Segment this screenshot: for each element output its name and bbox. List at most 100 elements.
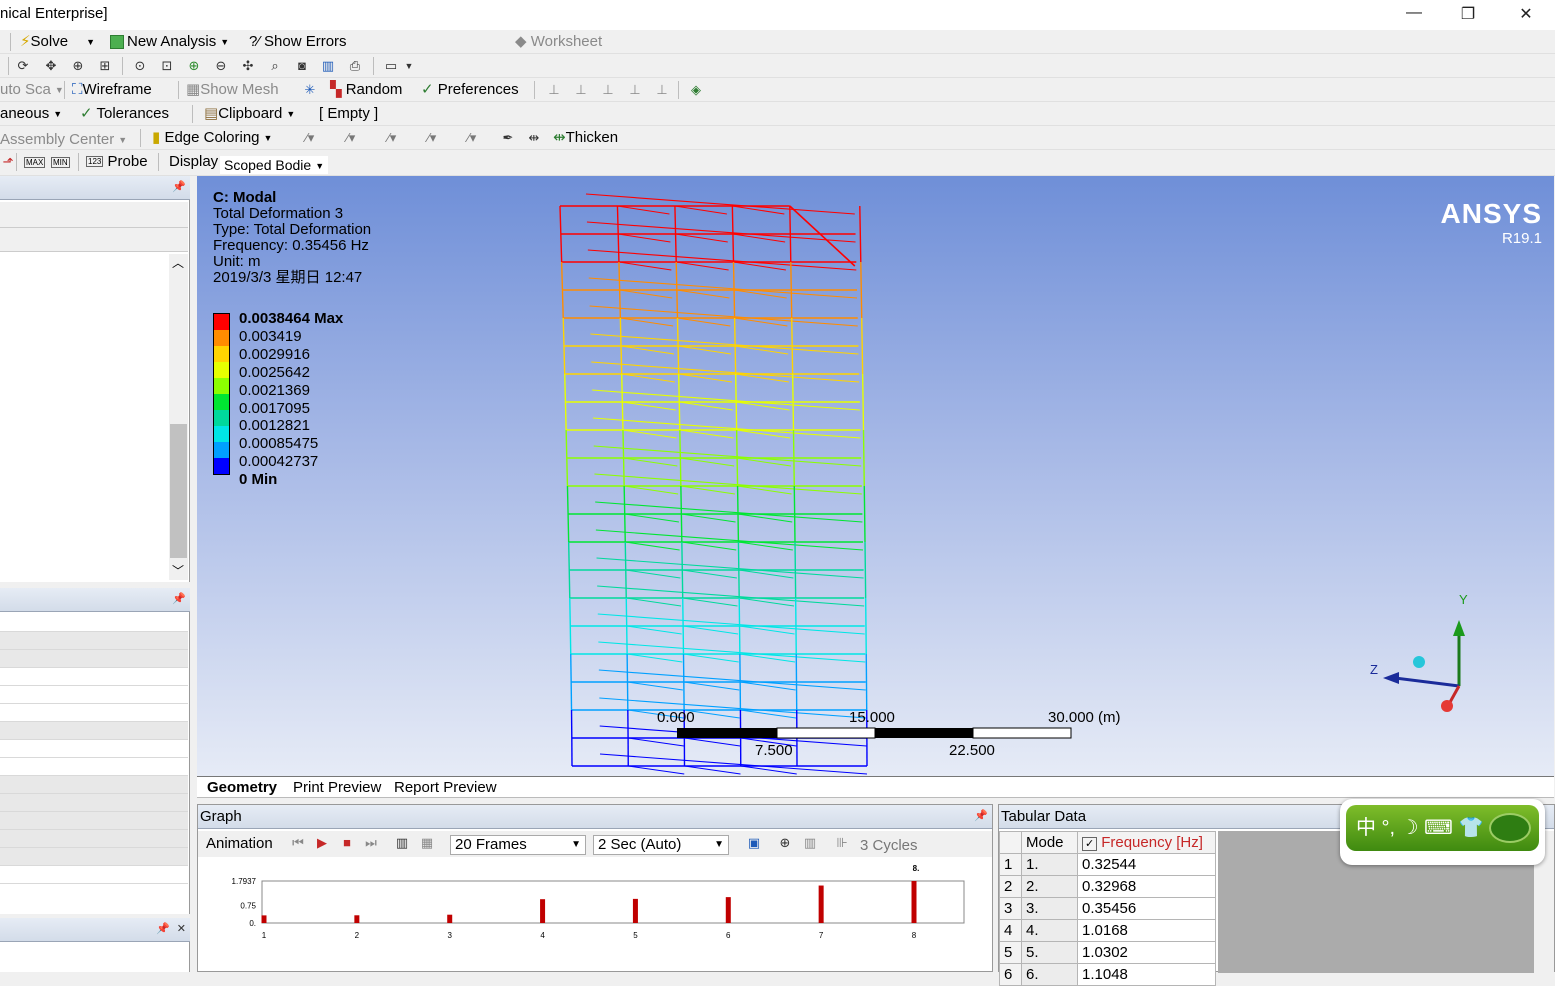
axis-icon-1[interactable]: ⊥	[546, 82, 562, 98]
tab-print-preview[interactable]: Print Preview	[293, 779, 381, 796]
axis-triad[interactable]	[1365, 594, 1485, 724]
details-row[interactable]	[0, 866, 188, 884]
ime-toolbar[interactable]: 中 °, ☽ ⌨ 👕	[1340, 799, 1545, 865]
thin-icon[interactable]: ⇹	[526, 130, 542, 146]
explode-icon[interactable]: ✳	[302, 82, 318, 98]
print-icon[interactable]: ⎙	[347, 58, 363, 74]
min-icon[interactable]: MIN	[51, 157, 70, 168]
magnifier-icon[interactable]: ⌕	[267, 58, 283, 74]
details-row[interactable]	[0, 686, 188, 704]
zoom-fit-icon[interactable]: ⊙	[132, 58, 148, 74]
table-row[interactable]: 11.0.32544	[1000, 854, 1216, 876]
axis-icon-4[interactable]: ⊥	[627, 82, 643, 98]
frequency-bar-chart[interactable]: 1.79370.750.123456788.	[204, 861, 984, 971]
scroll-thumb[interactable]	[170, 424, 187, 558]
axis-icon-5[interactable]: ⊥	[654, 82, 670, 98]
details-row[interactable]	[0, 830, 188, 848]
details-row[interactable]	[0, 740, 188, 758]
column-header-frequency[interactable]: ✓Frequency [Hz]	[1078, 832, 1216, 854]
details-row[interactable]	[0, 758, 188, 776]
worksheet-button[interactable]: ◆ Worksheet	[515, 32, 602, 52]
tab-geometry[interactable]: Geometry	[207, 779, 277, 796]
skip-forward-icon[interactable]: ⏭	[363, 835, 379, 851]
table-row[interactable]: 33.0.35456	[1000, 898, 1216, 920]
zoom-icon[interactable]: ⊕	[70, 58, 86, 74]
table-row[interactable]: 22.0.32968	[1000, 876, 1216, 898]
restore-button[interactable]: ❐	[1448, 4, 1488, 24]
edge-style-icon-4[interactable]: ⁄▾	[424, 130, 440, 146]
assembly-center-dropdown[interactable]: Assembly Center▼	[0, 130, 127, 150]
frames-dropdown[interactable]: 20 Frames▼	[450, 835, 586, 855]
chevron-down-icon[interactable]: ▼	[86, 37, 95, 47]
package-icon[interactable]: ◈	[688, 82, 704, 98]
edge-coloring-dropdown[interactable]: ▮ Edge Coloring▼	[152, 128, 272, 148]
camera-icon[interactable]: ◙	[294, 58, 310, 74]
look-at-icon[interactable]: ✣	[240, 58, 256, 74]
table-row[interactable]: 66.1.1048	[1000, 964, 1216, 986]
close-icon[interactable]: ✕	[177, 922, 186, 935]
ime-bar[interactable]: 中 °, ☽ ⌨ 👕	[1346, 805, 1539, 851]
wireframe-button[interactable]: ⛶Wireframe	[72, 80, 152, 100]
edge-style-icon-3[interactable]: ⁄▾	[384, 130, 400, 146]
probe-button[interactable]: 123 Probe	[86, 152, 148, 172]
axis-icon-3[interactable]: ⊥	[600, 82, 616, 98]
pin-icon[interactable]: 📌	[172, 592, 186, 605]
graphics-viewport[interactable]: C: Modal Total Deformation 3 Type: Total…	[197, 176, 1554, 776]
table-row[interactable]: 55.1.0302	[1000, 942, 1216, 964]
pan-icon[interactable]: ✥	[43, 58, 59, 74]
close-button[interactable]: ✕	[1506, 4, 1546, 24]
zoom-select-icon[interactable]: ⊡	[159, 58, 175, 74]
column-header-mode[interactable]: Mode	[1022, 832, 1078, 854]
solve-button[interactable]: ⚡Solve▼	[20, 32, 95, 52]
edge-style-icon-5[interactable]: ⁄▾	[464, 130, 480, 146]
details-row[interactable]	[0, 650, 188, 668]
thicken-button[interactable]: ⇹Thicken	[553, 128, 618, 148]
show-mesh-button[interactable]: ▦Show Mesh	[186, 80, 279, 100]
zoom-box-icon[interactable]: ⊞	[97, 58, 113, 74]
tab-report-preview[interactable]: Report Preview	[394, 779, 497, 796]
zoom-in-icon[interactable]: ⊕	[186, 58, 202, 74]
miscellaneous-dropdown[interactable]: aneous▼	[0, 104, 62, 124]
export-video-icon[interactable]: ▣	[746, 835, 762, 851]
viewport-layout-icon[interactable]: ▭	[383, 58, 399, 74]
pin-red-icon[interactable]: ⬏	[0, 154, 16, 170]
outline-scrollbar[interactable]: ︿ ﹀	[169, 254, 188, 580]
zoom-graph-icon[interactable]: ⊕	[777, 835, 793, 851]
play-icon[interactable]: ▶	[314, 835, 330, 851]
new-analysis-button[interactable]: New Analysis▼	[110, 32, 229, 52]
checkbox-icon[interactable]: ✓	[1082, 837, 1097, 851]
chevron-down-icon[interactable]: ﹀	[172, 562, 184, 579]
deformed-frame-model[interactable]	[197, 176, 1554, 776]
distributed-frames-icon[interactable]: ▥	[394, 835, 410, 851]
max-icon[interactable]: MAX	[24, 157, 45, 168]
details-row[interactable]	[0, 848, 188, 866]
details-row[interactable]	[0, 614, 188, 632]
scoped-bodies-dropdown[interactable]: Scoped Bodie▼	[220, 156, 328, 174]
preferences-button[interactable]: ✓ Preferences	[421, 80, 519, 100]
zoom-out-icon[interactable]: ⊖	[213, 58, 229, 74]
table-row[interactable]: 44.1.0168	[1000, 920, 1216, 942]
details-row[interactable]	[0, 794, 188, 812]
show-errors-button[interactable]: ?⁄ Show Errors	[249, 32, 347, 52]
details-row[interactable]	[0, 812, 188, 830]
auto-scale-dropdown[interactable]: uto Sca▼	[0, 80, 64, 100]
edge-style-icon-2[interactable]: ⁄▾	[343, 130, 359, 146]
duration-dropdown[interactable]: 2 Sec (Auto)▼	[593, 835, 729, 855]
edge-style-icon-1[interactable]: ⁄▾	[302, 130, 318, 146]
chevron-down-icon[interactable]: ▼	[401, 58, 417, 74]
pin-icon[interactable]: 📌	[974, 809, 988, 822]
details-row[interactable]	[0, 668, 188, 686]
details-row[interactable]	[0, 704, 188, 722]
result-frames-icon[interactable]: ▦	[419, 835, 435, 851]
skip-back-icon[interactable]: ⏮	[290, 835, 306, 851]
cycles-icon[interactable]: ⊪	[834, 835, 850, 851]
details-row[interactable]	[0, 722, 188, 740]
pin-icon[interactable]: 📌	[156, 922, 170, 935]
heart-icon[interactable]	[1489, 813, 1531, 843]
window-icon[interactable]: ▥	[320, 58, 336, 74]
axis-icon-2[interactable]: ⊥	[573, 82, 589, 98]
random-colors-button[interactable]: ▚ Random	[330, 80, 402, 100]
details-row[interactable]	[0, 632, 188, 650]
pen-icon[interactable]: ✒	[500, 130, 516, 146]
clipboard-button[interactable]: ▤Clipboard▼	[204, 104, 295, 124]
